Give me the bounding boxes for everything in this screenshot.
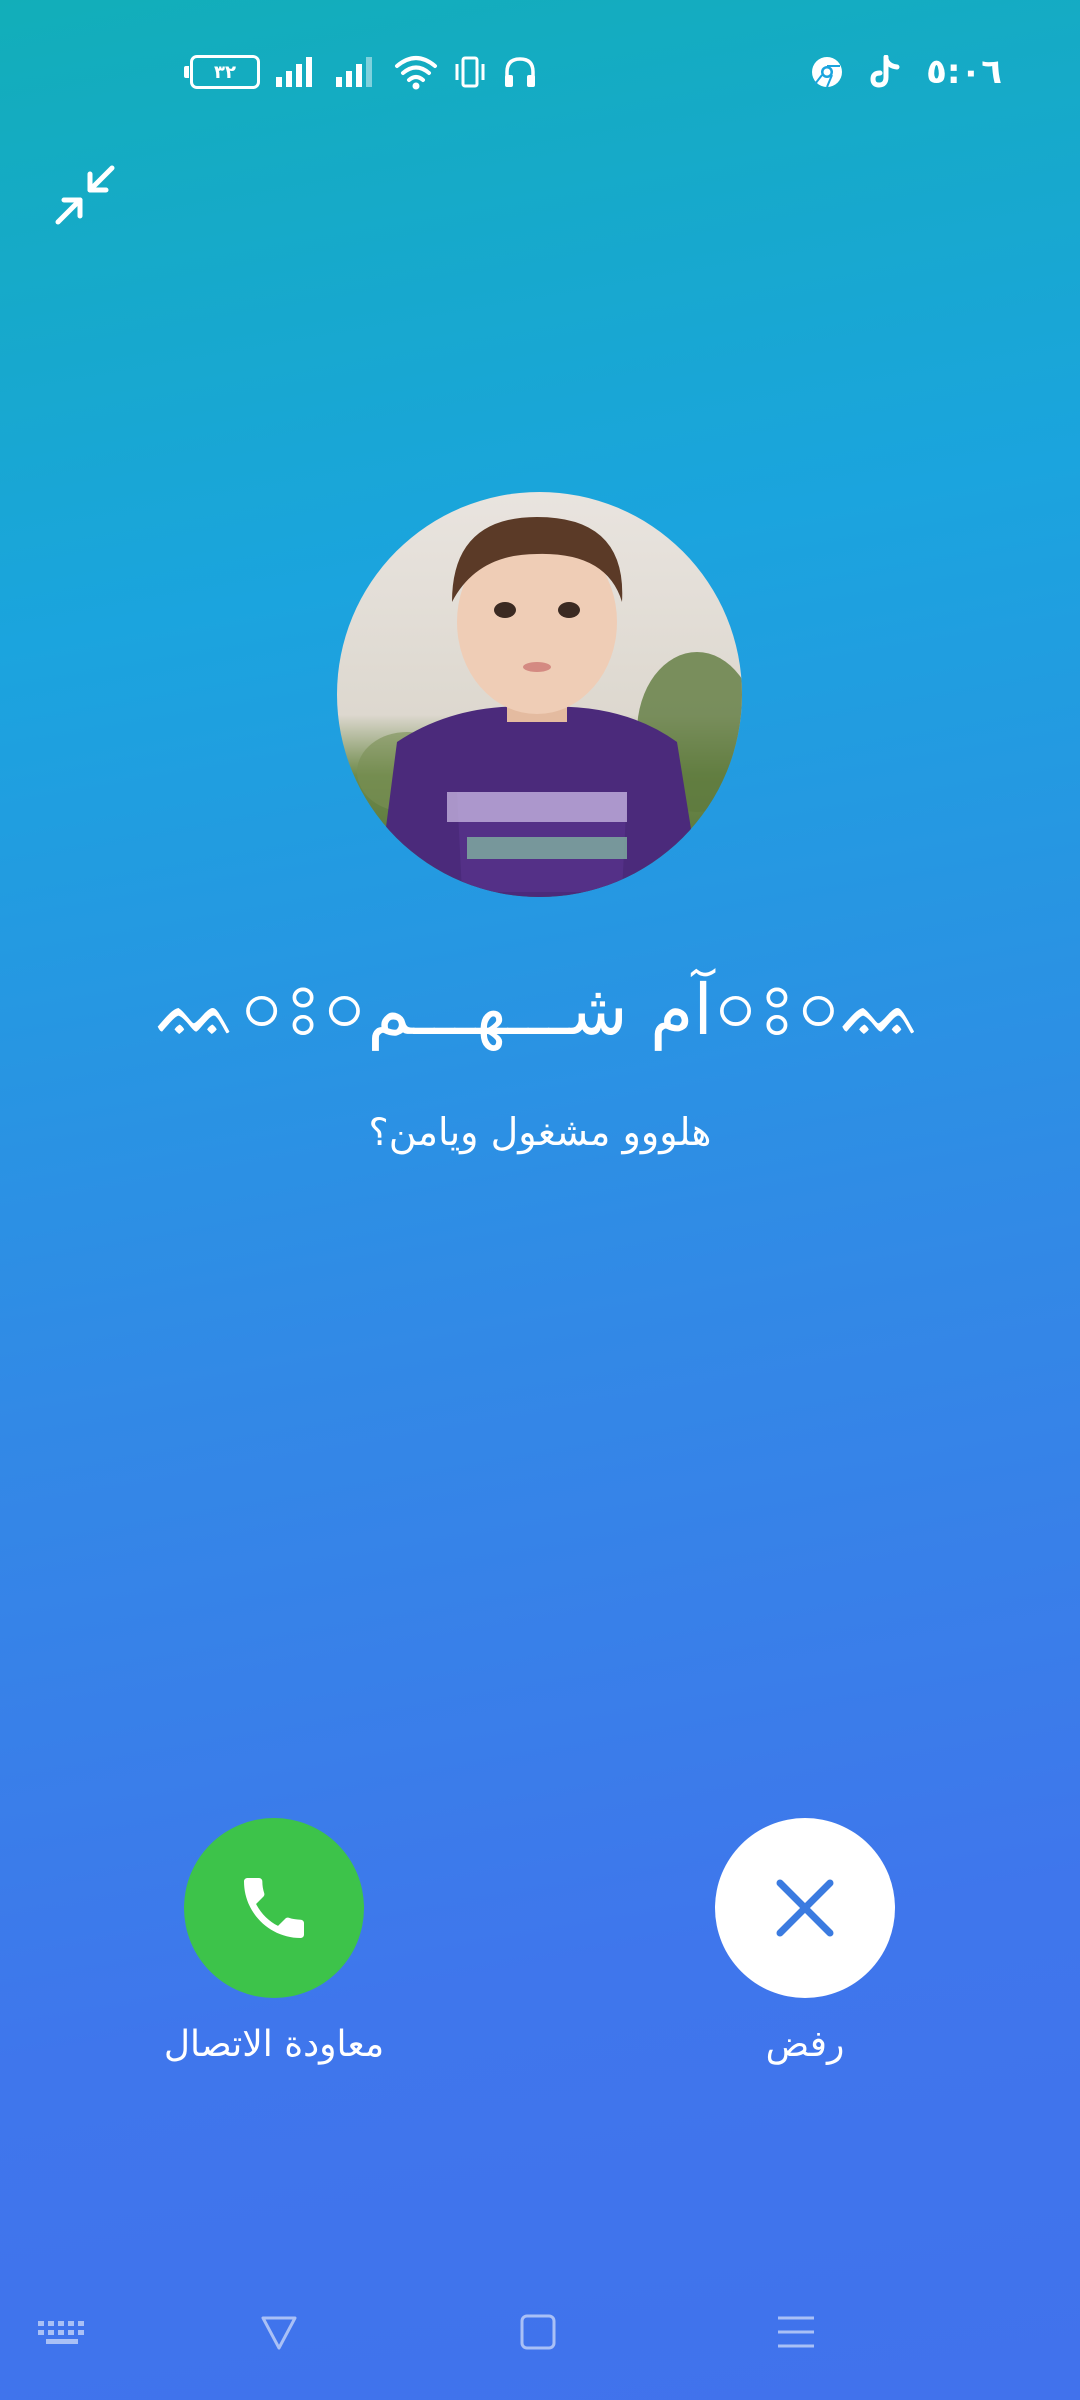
back-triangle-icon[interactable] bbox=[249, 2310, 309, 2354]
phone-icon bbox=[244, 1878, 304, 1938]
signal-icon-sim1 bbox=[274, 55, 320, 89]
navigation-bar bbox=[0, 2290, 1080, 2370]
minimize-call-button[interactable] bbox=[50, 160, 120, 230]
close-icon bbox=[776, 1879, 834, 1937]
callback-label: معاودة الاتصال bbox=[163, 2024, 385, 2065]
caller-avatar bbox=[337, 492, 742, 897]
caller-name: ᨐ০ঃ০آم شـــهـــم০ঃ০ᨐ bbox=[156, 969, 924, 1051]
headphones-icon bbox=[502, 55, 538, 89]
battery-level: ٣٢ bbox=[214, 61, 236, 83]
signal-icon-sim2 bbox=[334, 55, 380, 89]
status-icons-right: ٥:٠٦ bbox=[810, 48, 1002, 96]
vibrate-icon bbox=[452, 55, 488, 89]
call-message: هلووو مشغول ويامن؟ bbox=[368, 1110, 712, 1154]
reject-button[interactable] bbox=[715, 1818, 895, 1998]
callback-button[interactable] bbox=[184, 1818, 364, 1998]
minimize-arrows-icon bbox=[55, 165, 115, 225]
status-bar: ٣٢ ٥:٠٦ bbox=[0, 0, 1080, 140]
reject-label: رفض bbox=[765, 2024, 845, 2065]
chrome-icon bbox=[810, 55, 844, 89]
battery-icon: ٣٢ bbox=[184, 55, 260, 89]
home-square-icon[interactable] bbox=[508, 2310, 568, 2354]
menu-lines-icon[interactable] bbox=[766, 2310, 826, 2354]
status-icons-left: ٣٢ bbox=[184, 48, 538, 96]
keyboard-icon[interactable] bbox=[32, 2310, 92, 2354]
tiktok-icon bbox=[870, 55, 900, 89]
wifi-icon bbox=[394, 54, 438, 90]
clock: ٥:٠٦ bbox=[926, 52, 1002, 92]
